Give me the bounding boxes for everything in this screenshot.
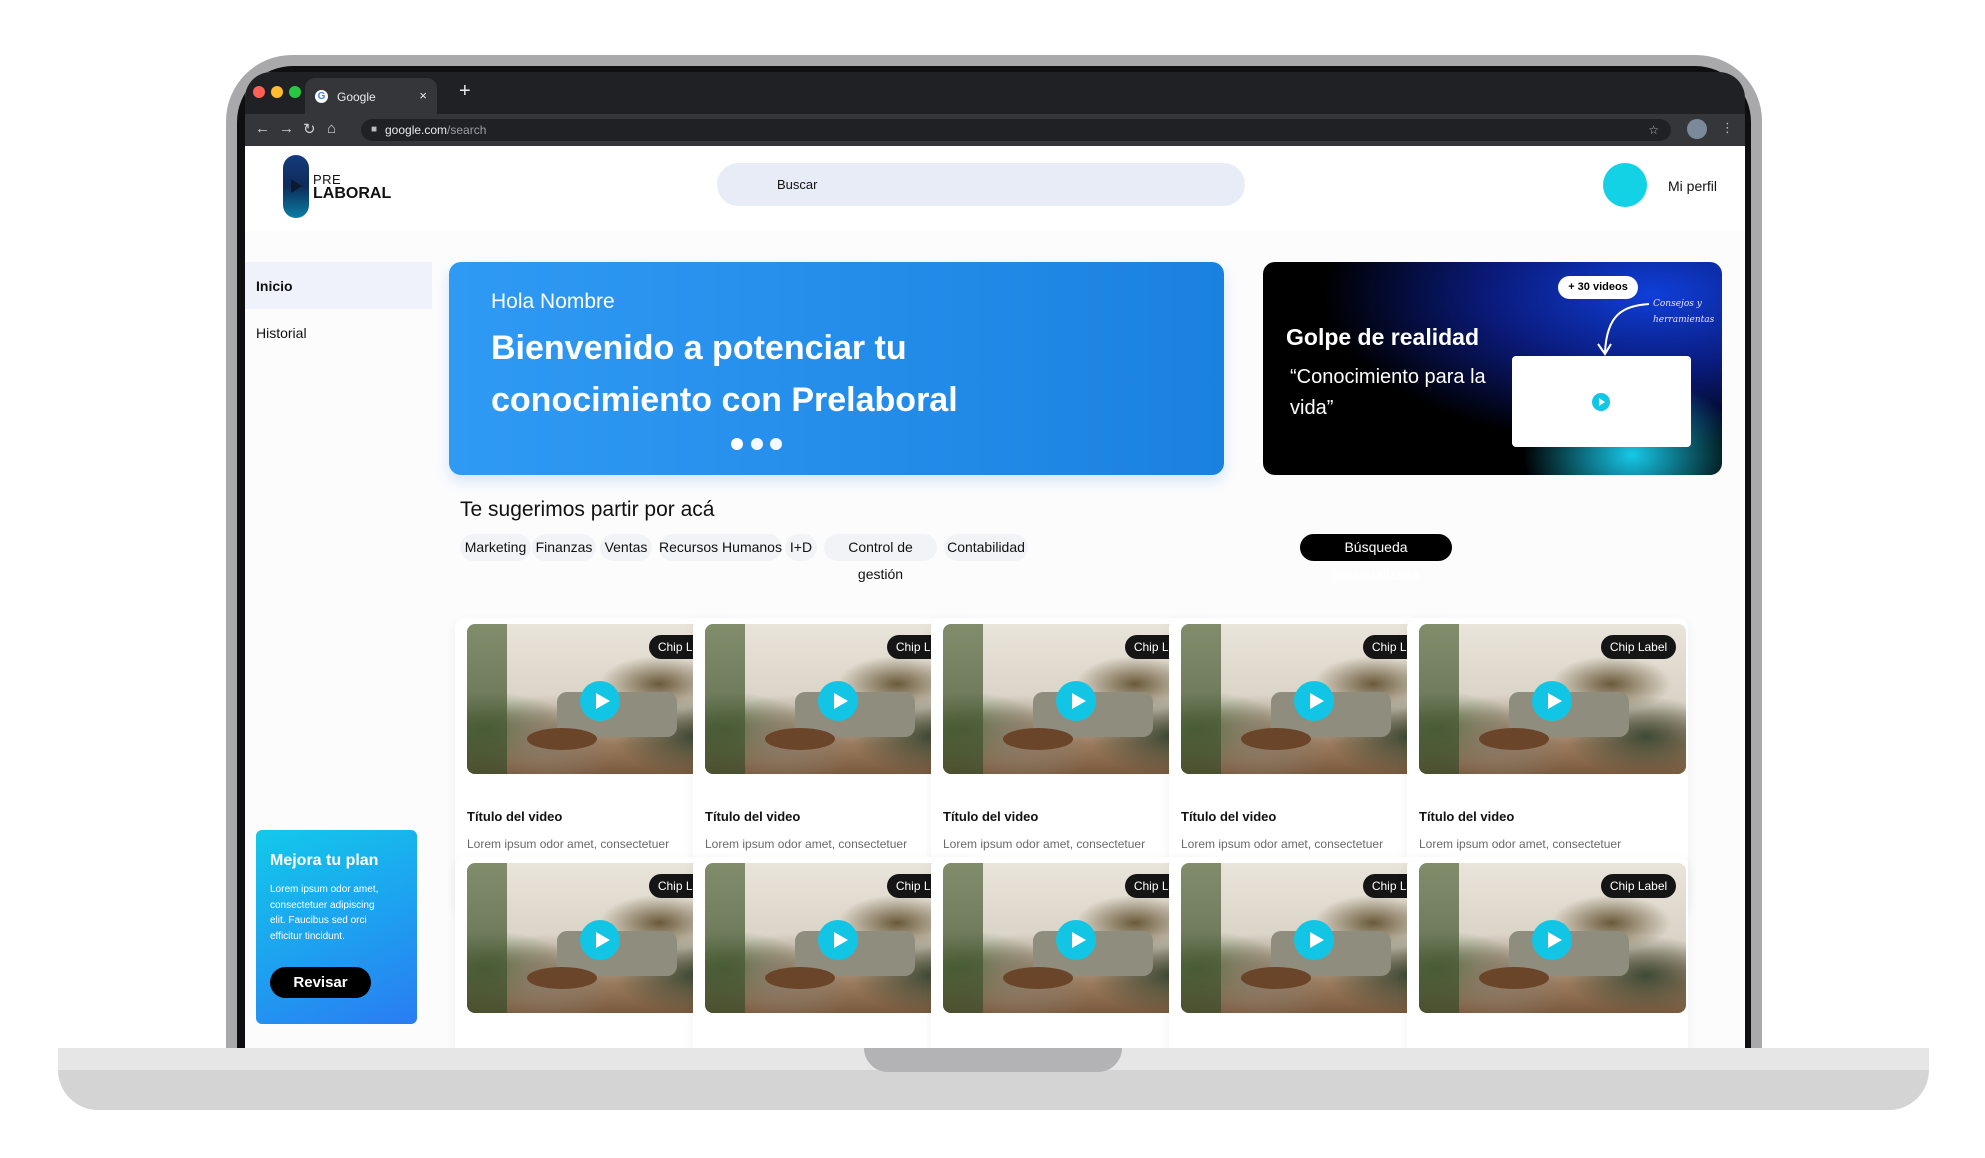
thumbnail-plant: [467, 624, 507, 774]
play-icon[interactable]: [580, 920, 620, 960]
play-icon[interactable]: [1532, 920, 1572, 960]
video-title: Título del video: [1181, 809, 1277, 824]
play-icon[interactable]: [1532, 681, 1572, 721]
play-icon[interactable]: [1056, 920, 1096, 960]
thumbnail-table: [527, 967, 597, 989]
close-tab-icon[interactable]: ×: [419, 88, 427, 103]
thumbnail-plant: [943, 624, 983, 774]
play-icon[interactable]: [818, 681, 858, 721]
video-title: Título del video: [705, 809, 801, 824]
video-title: Título del video: [943, 809, 1039, 824]
thumbnail-table: [1479, 967, 1549, 989]
close-window-button[interactable]: [253, 86, 265, 98]
thumbnail-table: [1003, 967, 1073, 989]
url-text: google.com/search: [385, 123, 487, 137]
thumbnail-plant: [1181, 863, 1221, 1013]
maximize-window-button[interactable]: [289, 86, 301, 98]
app-header: PRE LABORAL Buscar Mi perfil: [245, 146, 1745, 231]
play-icon[interactable]: [580, 681, 620, 721]
chip-label: Chip Label: [1601, 635, 1676, 659]
play-icon[interactable]: [1294, 920, 1334, 960]
profile-avatar[interactable]: [1603, 163, 1647, 207]
video-card[interactable]: Chip LabelTítulo del videoLorem ipsum od…: [1407, 857, 1688, 1048]
thumbnail-table: [1241, 967, 1311, 989]
prelaboral-logo-icon[interactable]: [283, 155, 309, 218]
thumbnail-table: [765, 728, 835, 750]
thumbnail-plant: [705, 624, 745, 774]
thumbnail-table: [527, 728, 597, 750]
minimize-window-button[interactable]: [271, 86, 283, 98]
browser-menu-icon[interactable]: ⋮: [1721, 120, 1734, 136]
play-icon[interactable]: [818, 920, 858, 960]
video-title: Título del video: [1419, 809, 1515, 824]
thumbnail-table: [1479, 728, 1549, 750]
logo-main-text: LABORAL: [313, 185, 392, 202]
browser-toolbar: ← → ↻ ⌂ ■ google.com/search ☆ ⋮: [245, 114, 1745, 146]
bookmark-star-icon[interactable]: ☆: [1648, 119, 1659, 141]
video-thumbnail[interactable]: Chip Label: [1419, 624, 1686, 774]
thumbnail-table: [1241, 728, 1311, 750]
thumbnail-plant: [1181, 624, 1221, 774]
thumbnail-table: [765, 967, 835, 989]
search-input[interactable]: Buscar: [717, 163, 1245, 206]
thumbnail-table: [1003, 728, 1073, 750]
thumbnail-plant: [467, 863, 507, 1013]
lock-icon: ■: [371, 124, 378, 135]
thumbnail-plant: [1419, 624, 1459, 774]
browser-tab[interactable]: G Google ×: [305, 78, 437, 114]
browser-tab-bar: G Google × +: [245, 72, 1745, 114]
tab-title: Google: [337, 90, 376, 104]
content-area: Inicio Historial Mejora tu plan Lorem ip…: [245, 231, 1745, 1048]
laptop-screen: G Google × + ← → ↻ ⌂ ■ google.com/search…: [245, 72, 1745, 1048]
profile-link[interactable]: Mi perfil: [1668, 178, 1717, 194]
video-thumbnail[interactable]: Chip Label: [1419, 863, 1686, 1013]
thumbnail-plant: [943, 863, 983, 1013]
reload-icon[interactable]: ↻: [303, 120, 316, 138]
thumbnail-plant: [705, 863, 745, 1013]
thumbnail-plant: [1419, 863, 1459, 1013]
search-placeholder: Buscar: [777, 177, 818, 192]
new-tab-button[interactable]: +: [459, 80, 471, 103]
play-icon[interactable]: [1294, 681, 1334, 721]
forward-arrow-icon[interactable]: →: [279, 120, 294, 137]
laptop-notch: [864, 1048, 1122, 1072]
back-arrow-icon[interactable]: ←: [255, 120, 270, 137]
google-favicon-icon: G: [315, 90, 328, 103]
browser-profile-avatar[interactable]: [1687, 119, 1707, 139]
video-title: Título del video: [467, 809, 563, 824]
address-bar[interactable]: ■ google.com/search ☆: [361, 119, 1671, 141]
home-icon[interactable]: ⌂: [327, 120, 336, 137]
play-icon[interactable]: [1056, 681, 1096, 721]
chip-label: Chip Label: [1601, 874, 1676, 898]
video-grid: Chip Label Título del video Lorem ipsum od…: [245, 231, 1722, 1048]
app: PRE LABORAL Buscar Mi perfil Inicio Hist…: [245, 146, 1745, 1048]
